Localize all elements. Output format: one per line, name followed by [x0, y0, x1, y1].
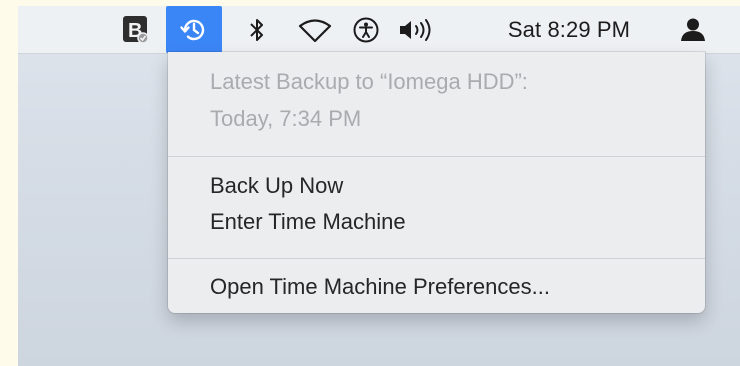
- open-time-machine-preferences-item[interactable]: Open Time Machine Preferences...: [210, 274, 550, 300]
- wifi-icon[interactable]: [296, 6, 334, 53]
- desktop-background: B Sat 8:29 PM Latest Backup to “Iomega H…: [18, 6, 740, 366]
- latest-backup-status: Latest Backup to “Iomega HDD”:: [210, 69, 528, 94]
- menu-bar: B Sat 8:29 PM: [18, 6, 740, 54]
- enter-time-machine-item[interactable]: Enter Time Machine: [210, 209, 406, 235]
- bluetooth-icon[interactable]: [244, 6, 270, 53]
- back-up-now-item[interactable]: Back Up Now: [210, 173, 343, 199]
- menu-separator: [168, 258, 705, 259]
- menubar-clock[interactable]: Sat 8:29 PM: [486, 6, 652, 53]
- volume-icon[interactable]: [396, 6, 440, 53]
- menu-separator: [168, 156, 705, 157]
- bbedit-icon[interactable]: B: [121, 6, 151, 53]
- user-icon[interactable]: [676, 6, 710, 53]
- time-machine-icon[interactable]: [166, 6, 222, 53]
- accessibility-icon[interactable]: [351, 6, 381, 53]
- time-machine-menu: Latest Backup to “Iomega HDD”: Today, 7:…: [168, 52, 705, 313]
- latest-backup-time: Today, 7:34 PM: [210, 106, 362, 131]
